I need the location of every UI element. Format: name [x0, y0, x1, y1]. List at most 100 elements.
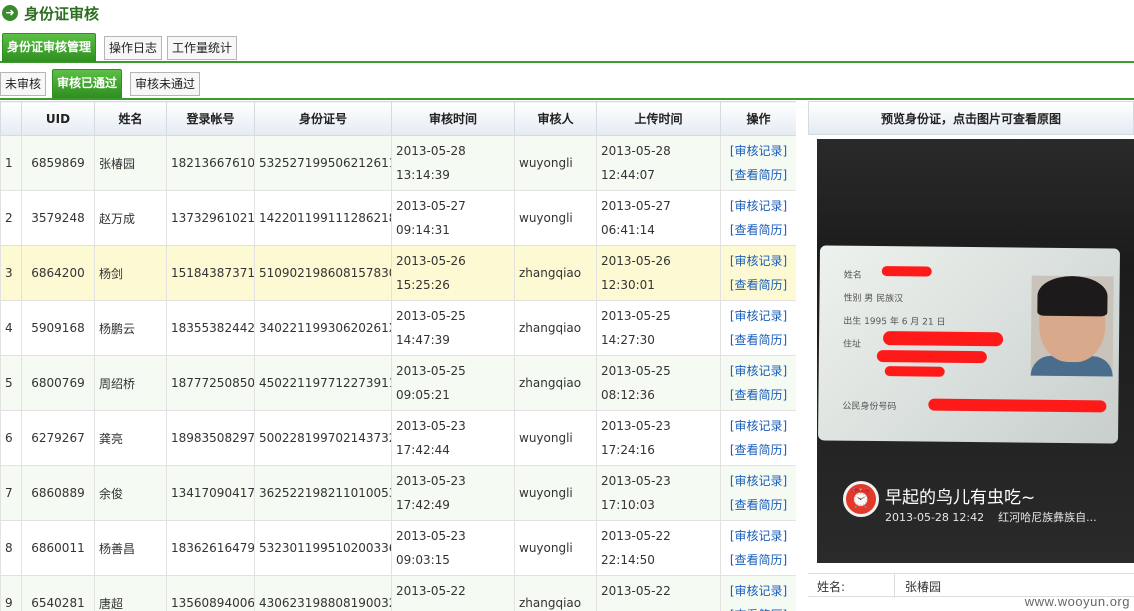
- tab-approved[interactable]: 审核已通过: [52, 69, 123, 98]
- review-date: 2013-05-28: [396, 144, 466, 158]
- review-clock: 09:14:31: [396, 223, 450, 237]
- tab-rejected[interactable]: 审核未通过: [130, 72, 201, 96]
- column-header-id-number[interactable]: 身份证号: [254, 101, 392, 136]
- info-divider: [894, 574, 895, 598]
- cell-reviewer: zhangqiao: [514, 300, 597, 356]
- view-resume-link[interactable]: [查看简历]: [725, 603, 792, 611]
- view-resume-link[interactable]: [查看简历]: [725, 328, 792, 352]
- cell-account: 18777250850: [166, 355, 255, 411]
- row-index: 8: [0, 520, 22, 576]
- view-resume-link[interactable]: [查看简历]: [725, 163, 792, 187]
- tab-workload-stats[interactable]: 工作量统计: [167, 36, 238, 60]
- upload-clock: 08:12:36: [601, 388, 655, 402]
- review-table-container: UID 姓名 登录帐号 身份证号 审核时间 审核人 上传时间 操作 1 68598…: [0, 101, 796, 611]
- cell-name: 余俊: [94, 465, 167, 521]
- cell-name: 杨鹏云: [94, 300, 167, 356]
- review-record-link[interactable]: [审核记录]: [725, 249, 792, 273]
- cell-actions: [审核记录][查看简历]: [720, 520, 796, 576]
- id-card-photo[interactable]: 姓名 性别 男 民族汉 出生 1995 年 6 月 21 日 住址 公民身份号码…: [817, 139, 1134, 563]
- cell-id-number: 34022119930620261X: [254, 300, 392, 356]
- view-resume-link[interactable]: [查看简历]: [725, 493, 792, 517]
- cell-id-number: 532301199510200336: [254, 520, 392, 576]
- cell-uid: 6800769: [21, 355, 95, 411]
- table-row[interactable]: 8 6860011 杨善昌 18362616479 532301199510200336…: [0, 520, 796, 576]
- cell-name: 赵万成: [94, 190, 167, 246]
- cell-review-time: 2013-05-26 15:25:26: [391, 245, 515, 301]
- table-row[interactable]: 4 5909168 杨鹏云 18355382442 34022119930620261X…: [0, 300, 796, 356]
- upload-date: 2013-05-28: [601, 144, 671, 158]
- card-address-label: 住址: [842, 339, 862, 350]
- cell-id-number: 362522198211010053: [254, 465, 392, 521]
- upload-date: 2013-05-22: [601, 584, 671, 598]
- column-header-account[interactable]: 登录帐号: [166, 101, 255, 136]
- watermark: www.wooyun.org: [1024, 594, 1130, 609]
- row-index: 7: [0, 465, 22, 521]
- view-resume-link[interactable]: [查看简历]: [725, 548, 792, 572]
- card-name-label: 姓名: [843, 270, 862, 281]
- cell-account: 15184387371: [166, 245, 255, 301]
- cell-account: 18213667610: [166, 135, 255, 191]
- column-header-uid[interactable]: UID: [21, 101, 95, 136]
- cell-review-time: 2013-05-22: [391, 575, 515, 611]
- column-header-name[interactable]: 姓名: [94, 101, 167, 136]
- column-header-upload-time[interactable]: 上传时间: [596, 101, 721, 136]
- cell-id-number: 430623198808190032: [254, 575, 392, 611]
- view-resume-link[interactable]: [查看简历]: [725, 438, 792, 462]
- cell-name: 杨善昌: [94, 520, 167, 576]
- tab-unreviewed[interactable]: 未审核: [0, 72, 47, 96]
- cell-reviewer: zhangqiao: [514, 245, 597, 301]
- review-date: 2013-05-23: [396, 419, 466, 433]
- column-header-review-time[interactable]: 审核时间: [391, 101, 515, 136]
- review-date: 2013-05-25: [396, 364, 466, 378]
- cell-upload-time: 2013-05-22: [596, 575, 721, 611]
- cell-account: 13560894006: [166, 575, 255, 611]
- review-record-link[interactable]: [审核记录]: [725, 359, 792, 383]
- cell-reviewer: wuyongli: [514, 520, 597, 576]
- review-record-link[interactable]: [审核记录]: [725, 194, 792, 218]
- table-row[interactable]: 3 6864200 杨剑 15184387371 510902198608157830 2…: [0, 245, 796, 301]
- cell-review-time: 2013-05-23 17:42:44: [391, 410, 515, 466]
- view-resume-link[interactable]: [查看简历]: [725, 273, 792, 297]
- redaction-mark: [884, 366, 945, 377]
- row-index: 1: [0, 135, 22, 191]
- upload-clock: 12:44:07: [601, 168, 655, 182]
- review-clock: 17:42:49: [396, 498, 450, 512]
- column-header-reviewer[interactable]: 审核人: [514, 101, 597, 136]
- tab-id-review-manage[interactable]: 身份证审核管理: [2, 33, 97, 62]
- table-row[interactable]: 2 3579248 赵万成 13732961021 142201199111286218…: [0, 190, 796, 246]
- review-record-link[interactable]: [审核记录]: [725, 524, 792, 548]
- cell-uid: 6860011: [21, 520, 95, 576]
- table-row[interactable]: 5 6800769 周绍桥 18777250850 450221197712273911…: [0, 355, 796, 411]
- review-record-link[interactable]: [审核记录]: [725, 469, 792, 493]
- app-root: ➜ 身份证审核 身份证审核管理 操作日志 工作量统计 未审核 审核已通过 审核未…: [0, 0, 1134, 611]
- cell-reviewer: zhangqiao: [514, 575, 597, 611]
- view-resume-link[interactable]: [查看简历]: [725, 383, 792, 407]
- review-record-link[interactable]: [审核记录]: [725, 414, 792, 438]
- view-resume-link[interactable]: [查看简历]: [725, 218, 792, 242]
- id-card-preview-panel: 预览身份证，点击图片可查看原图 姓名 性别 男 民族汉 出生 1995 年 6 …: [808, 101, 1134, 611]
- upload-clock: 17:24:16: [601, 443, 655, 457]
- upload-date: 2013-05-26: [601, 254, 671, 268]
- id-card-image: 姓名 性别 男 民族汉 出生 1995 年 6 月 21 日 住址 公民身份号码: [817, 245, 1121, 444]
- review-table: UID 姓名 登录帐号 身份证号 审核时间 审核人 上传时间 操作 1 68598…: [0, 101, 796, 611]
- cell-uid: 5909168: [21, 300, 95, 356]
- review-record-link[interactable]: [审核记录]: [725, 139, 792, 163]
- table-row[interactable]: 7 6860889 余俊 13417090417 362522198211010053 2…: [0, 465, 796, 521]
- table-row[interactable]: 1 6859869 张椿园 18213667610 532527199506212611…: [0, 135, 796, 191]
- review-record-link[interactable]: [审核记录]: [725, 579, 792, 603]
- column-header-actions: 操作: [720, 101, 796, 136]
- review-clock: 17:42:44: [396, 443, 450, 457]
- table-row[interactable]: 9 6540281 唐超 13560894006 430623198808190032 2…: [0, 575, 796, 611]
- portrait-photo: [1030, 275, 1114, 377]
- row-index: 5: [0, 355, 22, 411]
- cell-review-time: 2013-05-25 09:05:21: [391, 355, 515, 411]
- card-id-number-label: 公民身份号码: [842, 401, 897, 413]
- table-row[interactable]: 6 6279267 龚亮 18983508297 500228199702143732 2…: [0, 410, 796, 466]
- cell-name: 张椿园: [94, 135, 167, 191]
- arrow-right-icon: ➜: [2, 5, 18, 21]
- review-date: 2013-05-26: [396, 254, 466, 268]
- cell-review-time: 2013-05-23 17:42:49: [391, 465, 515, 521]
- tab-operation-log[interactable]: 操作日志: [104, 36, 163, 60]
- review-record-link[interactable]: [审核记录]: [725, 304, 792, 328]
- review-date: 2013-05-23: [396, 474, 466, 488]
